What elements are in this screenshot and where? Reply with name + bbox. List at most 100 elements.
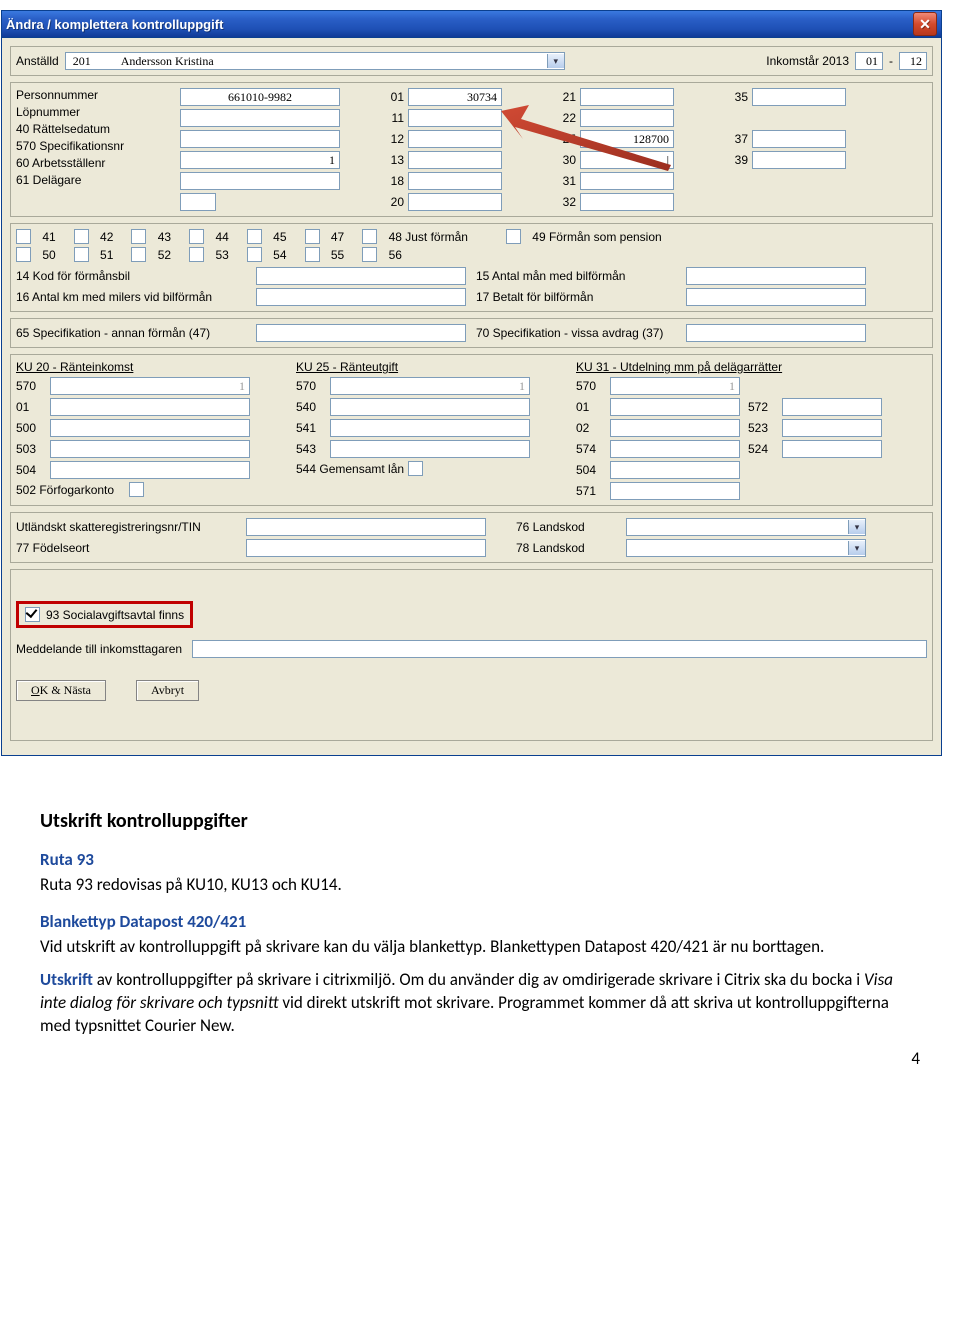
input-21[interactable] bbox=[580, 88, 674, 106]
input-16[interactable] bbox=[256, 288, 466, 306]
input-37[interactable] bbox=[752, 130, 846, 148]
input-77[interactable] bbox=[246, 539, 486, 557]
chk-52[interactable] bbox=[131, 247, 146, 262]
input-arbetsstallenr[interactable] bbox=[180, 172, 340, 190]
input-17[interactable] bbox=[686, 288, 866, 306]
chk-53[interactable] bbox=[189, 247, 204, 262]
input-25[interactable] bbox=[580, 130, 674, 148]
input-22[interactable] bbox=[580, 109, 674, 127]
label-rattelsedatum: 40 Rättelsedatum bbox=[16, 122, 110, 136]
input-39[interactable] bbox=[752, 151, 846, 169]
ku31-title: KU 31 - Utdelning mm på delägarrätter bbox=[576, 360, 927, 374]
chk-502[interactable] bbox=[129, 482, 144, 497]
input-tin[interactable] bbox=[246, 518, 486, 536]
combo-76[interactable]: ▾ bbox=[626, 518, 866, 536]
titlebar: Ändra / komplettera kontrolluppgift ✕ bbox=[2, 11, 941, 38]
input-30[interactable] bbox=[580, 151, 674, 169]
ku25-title: KU 25 - Ränteutgift bbox=[296, 360, 566, 374]
input-personnummer[interactable] bbox=[180, 88, 340, 106]
ku31-01[interactable] bbox=[610, 398, 740, 416]
ku20-503[interactable] bbox=[50, 440, 250, 458]
ok-button[interactable]: OK & Nästa bbox=[16, 680, 106, 701]
input-rattelsedatum[interactable] bbox=[180, 130, 340, 148]
label-76: 76 Landskod bbox=[516, 520, 616, 534]
ku31-504[interactable] bbox=[610, 461, 740, 479]
chevron-down-icon[interactable]: ▾ bbox=[848, 541, 865, 555]
label-77: 77 Födelseort bbox=[16, 541, 236, 555]
close-icon[interactable]: ✕ bbox=[913, 12, 937, 36]
ku20-500[interactable] bbox=[50, 419, 250, 437]
input-12[interactable] bbox=[408, 130, 502, 148]
chk-41[interactable] bbox=[16, 229, 31, 244]
chk-51[interactable] bbox=[74, 247, 89, 262]
input-65[interactable] bbox=[256, 324, 466, 342]
ku31-571[interactable] bbox=[610, 482, 740, 500]
input-31[interactable] bbox=[580, 172, 674, 190]
chk-55[interactable] bbox=[305, 247, 320, 262]
label-anstalld: Anställd bbox=[16, 54, 59, 68]
label-inkomstar: Inkomstår 2013 bbox=[766, 54, 849, 68]
chk-544[interactable] bbox=[408, 461, 423, 476]
input-15[interactable] bbox=[686, 267, 866, 285]
ku31-523[interactable] bbox=[782, 419, 882, 437]
ku31-572[interactable] bbox=[782, 398, 882, 416]
chk-54[interactable] bbox=[247, 247, 262, 262]
chk-44[interactable] bbox=[189, 229, 204, 244]
ku31-02[interactable] bbox=[610, 419, 740, 437]
highlight-93: 93 Socialavgiftsavtal finns bbox=[16, 601, 193, 628]
ku25-540[interactable] bbox=[330, 398, 530, 416]
label-arbetsstallenr: 60 Arbetsställenr bbox=[16, 156, 105, 170]
chk-56[interactable] bbox=[362, 247, 377, 262]
input-lopnummer[interactable] bbox=[180, 109, 340, 127]
input-delagare[interactable] bbox=[180, 193, 216, 211]
to-month[interactable] bbox=[899, 52, 927, 70]
input-18[interactable] bbox=[408, 172, 502, 190]
combo-78[interactable]: ▾ bbox=[626, 539, 866, 557]
chk-48[interactable] bbox=[362, 229, 377, 244]
input-20[interactable] bbox=[408, 193, 502, 211]
chk-43[interactable] bbox=[131, 229, 146, 244]
input-meddelande[interactable] bbox=[192, 640, 927, 658]
label-15: 15 Antal mån med bilförmån bbox=[476, 269, 676, 283]
ku25-543[interactable] bbox=[330, 440, 530, 458]
input-14[interactable] bbox=[256, 267, 466, 285]
ku20-01[interactable] bbox=[50, 398, 250, 416]
label-70: 70 Specifikation - vissa avdrag (37) bbox=[476, 326, 676, 340]
input-35[interactable] bbox=[752, 88, 846, 106]
chk-50[interactable] bbox=[16, 247, 31, 262]
ku25-570 bbox=[330, 377, 530, 395]
input-11[interactable] bbox=[408, 109, 502, 127]
chevron-down-icon[interactable]: ▾ bbox=[848, 520, 865, 534]
chk-49[interactable] bbox=[506, 229, 521, 244]
label-16: 16 Antal km med milers vid bilförmån bbox=[16, 290, 246, 304]
ku31-524[interactable] bbox=[782, 440, 882, 458]
employee-combo[interactable]: 201 Andersson Kristina ▾ bbox=[65, 52, 565, 70]
label-65: 65 Specifikation - annan förmån (47) bbox=[16, 326, 246, 340]
chk-93[interactable] bbox=[25, 607, 40, 622]
label-14: 14 Kod för förmånsbil bbox=[16, 269, 246, 283]
ku20-504[interactable] bbox=[50, 461, 250, 479]
label-personnummer: Personnummer bbox=[16, 88, 98, 102]
chevron-down-icon[interactable]: ▾ bbox=[547, 54, 564, 68]
label-17: 17 Betalt för bilförmån bbox=[476, 290, 676, 304]
input-01[interactable] bbox=[408, 88, 502, 106]
panel-bottom: 93 Socialavgiftsavtal finns Meddelande t… bbox=[10, 569, 933, 741]
chk-45[interactable] bbox=[247, 229, 262, 244]
panel-checks: 41 42 43 44 45 47 48 Just förmån 49 Förm… bbox=[10, 223, 933, 312]
chk-42[interactable] bbox=[74, 229, 89, 244]
cancel-button[interactable]: Avbryt bbox=[136, 680, 199, 701]
label-specifikationsnr: 570 Specifikationsnr bbox=[16, 139, 124, 153]
input-32[interactable] bbox=[580, 193, 674, 211]
ku31-574[interactable] bbox=[610, 440, 740, 458]
heading-utskrift: Utskrift kontrolluppgifter bbox=[40, 808, 920, 835]
ku20-570 bbox=[50, 377, 250, 395]
heading-ruta93: Ruta 93 bbox=[40, 849, 920, 872]
ku25-541[interactable] bbox=[330, 419, 530, 437]
label-meddelande: Meddelande till inkomsttagaren bbox=[16, 642, 182, 656]
input-13[interactable] bbox=[408, 151, 502, 169]
input-specifikationsnr[interactable] bbox=[180, 151, 340, 169]
label-78: 78 Landskod bbox=[516, 541, 616, 555]
from-month[interactable] bbox=[855, 52, 883, 70]
input-70[interactable] bbox=[686, 324, 866, 342]
chk-47[interactable] bbox=[305, 229, 320, 244]
